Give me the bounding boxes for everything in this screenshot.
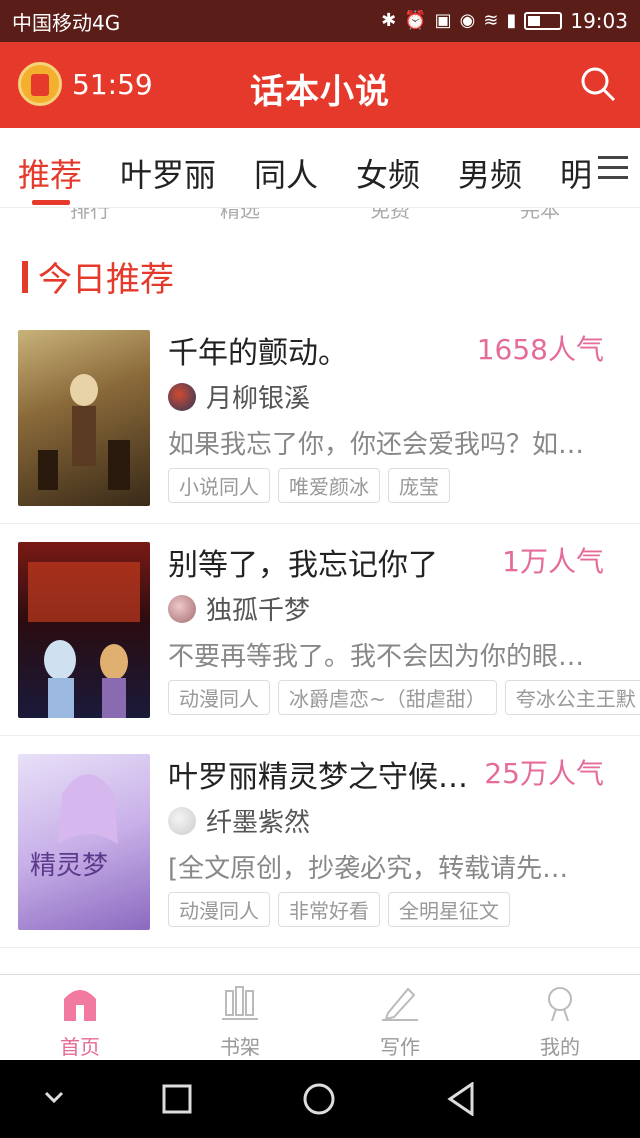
book-item[interactable]: 千年的颤动。 1658人气 月柳银溪 如果我忘了你，你还会爱我吗？如… 小说同人…	[0, 312, 640, 524]
menu-icon[interactable]	[598, 156, 628, 182]
book-item[interactable]: 精灵梦 叶罗丽精灵梦之守候… 25万人气 纤墨紫然 [全文原创，抄袭必究，转载请…	[0, 736, 640, 948]
book-tags: 动漫同人 非常好看 全明星征文	[168, 892, 510, 927]
book-tags: 小说同人 唯爱颜冰 庞莹	[168, 468, 450, 503]
subtab-free[interactable]: 免费	[370, 208, 410, 220]
tag[interactable]: 冰爵虐恋~（甜虐甜）	[278, 680, 497, 715]
home-circle-icon[interactable]	[302, 1082, 336, 1120]
tab-recommend[interactable]: 推荐	[18, 150, 82, 196]
active-tab-indicator	[32, 200, 70, 205]
book-tags: 动漫同人 冰爵虐恋~（甜虐甜） 夸冰公主王默	[168, 680, 640, 715]
nav-label: 首页	[60, 1035, 100, 1059]
tab-tongren[interactable]: 同人	[254, 150, 318, 196]
nav-label: 我的	[540, 1035, 580, 1059]
section-title: 今日推荐	[38, 260, 174, 300]
tag[interactable]: 庞莹	[388, 468, 450, 503]
bookshelf-icon	[222, 986, 258, 1020]
tab-yeluoli[interactable]: 叶罗丽	[120, 150, 216, 196]
profile-icon	[548, 987, 572, 1021]
tag[interactable]: 动漫同人	[168, 892, 270, 927]
recent-apps-icon[interactable]	[162, 1084, 192, 1118]
book-description: 如果我忘了你，你还会爱我吗？如…	[168, 430, 585, 460]
author-name: 月柳银溪	[206, 384, 311, 414]
book-author[interactable]: 月柳银溪	[168, 378, 310, 415]
nav-write[interactable]: 写作	[320, 975, 480, 1060]
author-name: 独孤千梦	[206, 596, 311, 626]
tag[interactable]: 夸冰公主王默	[504, 680, 640, 715]
book-cover	[18, 330, 150, 506]
subtab-select[interactable]: 精选	[220, 208, 260, 220]
subtab-rank[interactable]: 排行	[70, 208, 110, 220]
nav-label: 写作	[380, 1035, 420, 1059]
home-icon	[64, 990, 96, 1021]
tab-ming[interactable]: 明	[560, 150, 592, 196]
section-bar	[22, 260, 28, 293]
book-popularity: 1万人气	[502, 545, 604, 578]
app-header: 51:59 话本小说	[0, 42, 640, 128]
app-title: 话本小说	[250, 72, 390, 112]
nav-bookshelf[interactable]: 书架	[160, 975, 320, 1060]
nav-home[interactable]: 首页	[0, 975, 160, 1060]
book-title: 千年的颤动。	[168, 336, 348, 371]
status-bar: 中国移动4G ✱ ⏰ ▣ ◉ ≋ ▮ 19:03	[0, 0, 640, 42]
book-description: [全文原创，抄袭必究，转载请先…	[168, 854, 569, 884]
tag[interactable]: 非常好看	[278, 892, 380, 927]
tab-nvpin[interactable]: 女频	[356, 150, 420, 196]
nav-profile[interactable]: 我的	[480, 975, 640, 1060]
alarm-icon: ⏰	[404, 10, 427, 31]
subtab-complete[interactable]: 完本	[520, 208, 560, 220]
tab-nanpin[interactable]: 男频	[458, 150, 522, 196]
book-popularity: 25万人气	[484, 757, 604, 790]
book-title: 叶罗丽精灵梦之守候…	[168, 760, 468, 795]
book-author[interactable]: 纤墨紫然	[168, 802, 310, 839]
tag[interactable]: 小说同人	[168, 468, 270, 503]
book-item[interactable]: 别等了，我忘记你了 1万人气 独孤千梦 不要再等我了。我不会因为你的眼… 动漫同…	[0, 524, 640, 736]
book-description: 不要再等我了。我不会因为你的眼…	[168, 642, 585, 672]
back-icon[interactable]	[446, 1081, 476, 1120]
book-popularity: 1658人气	[476, 333, 604, 366]
avatar	[168, 806, 196, 835]
svg-text:精灵梦: 精灵梦	[30, 851, 108, 881]
carrier-text: 中国移动4G	[12, 10, 121, 35]
subtab-row: 排行 精选 免费 完本	[0, 208, 640, 220]
book-title: 别等了，我忘记你了	[168, 548, 438, 583]
eye-icon: ◉	[459, 10, 476, 31]
avatar	[168, 382, 196, 411]
book-cover	[18, 542, 150, 718]
battery-icon	[524, 12, 563, 30]
category-tabs: 推荐 叶罗丽 同人 女频 男频 明	[0, 128, 640, 208]
search-icon[interactable]	[578, 64, 618, 104]
system-nav-bar	[0, 1060, 640, 1138]
nav-label: 书架	[220, 1035, 260, 1059]
author-name: 纤墨紫然	[206, 808, 311, 838]
section-header: 今日推荐	[22, 252, 174, 301]
book-author[interactable]: 独孤千梦	[168, 590, 310, 627]
pen-icon	[382, 987, 418, 1021]
status-time: 19:03	[570, 9, 628, 33]
book-cover: 精灵梦	[18, 754, 150, 930]
chevron-down-icon[interactable]	[44, 1090, 64, 1109]
bluetooth-icon: ✱	[381, 10, 397, 31]
wifi-icon: ≋	[483, 10, 499, 31]
tag[interactable]: 动漫同人	[168, 680, 270, 715]
avatar	[168, 594, 196, 623]
tag[interactable]: 唯爱颜冰	[278, 468, 380, 503]
signal-icon: ▮	[506, 10, 517, 31]
tag[interactable]: 全明星征文	[388, 892, 510, 927]
hd-icon: ▣	[434, 10, 452, 31]
bottom-nav: 首页 书架 写作 我的	[0, 974, 640, 1060]
